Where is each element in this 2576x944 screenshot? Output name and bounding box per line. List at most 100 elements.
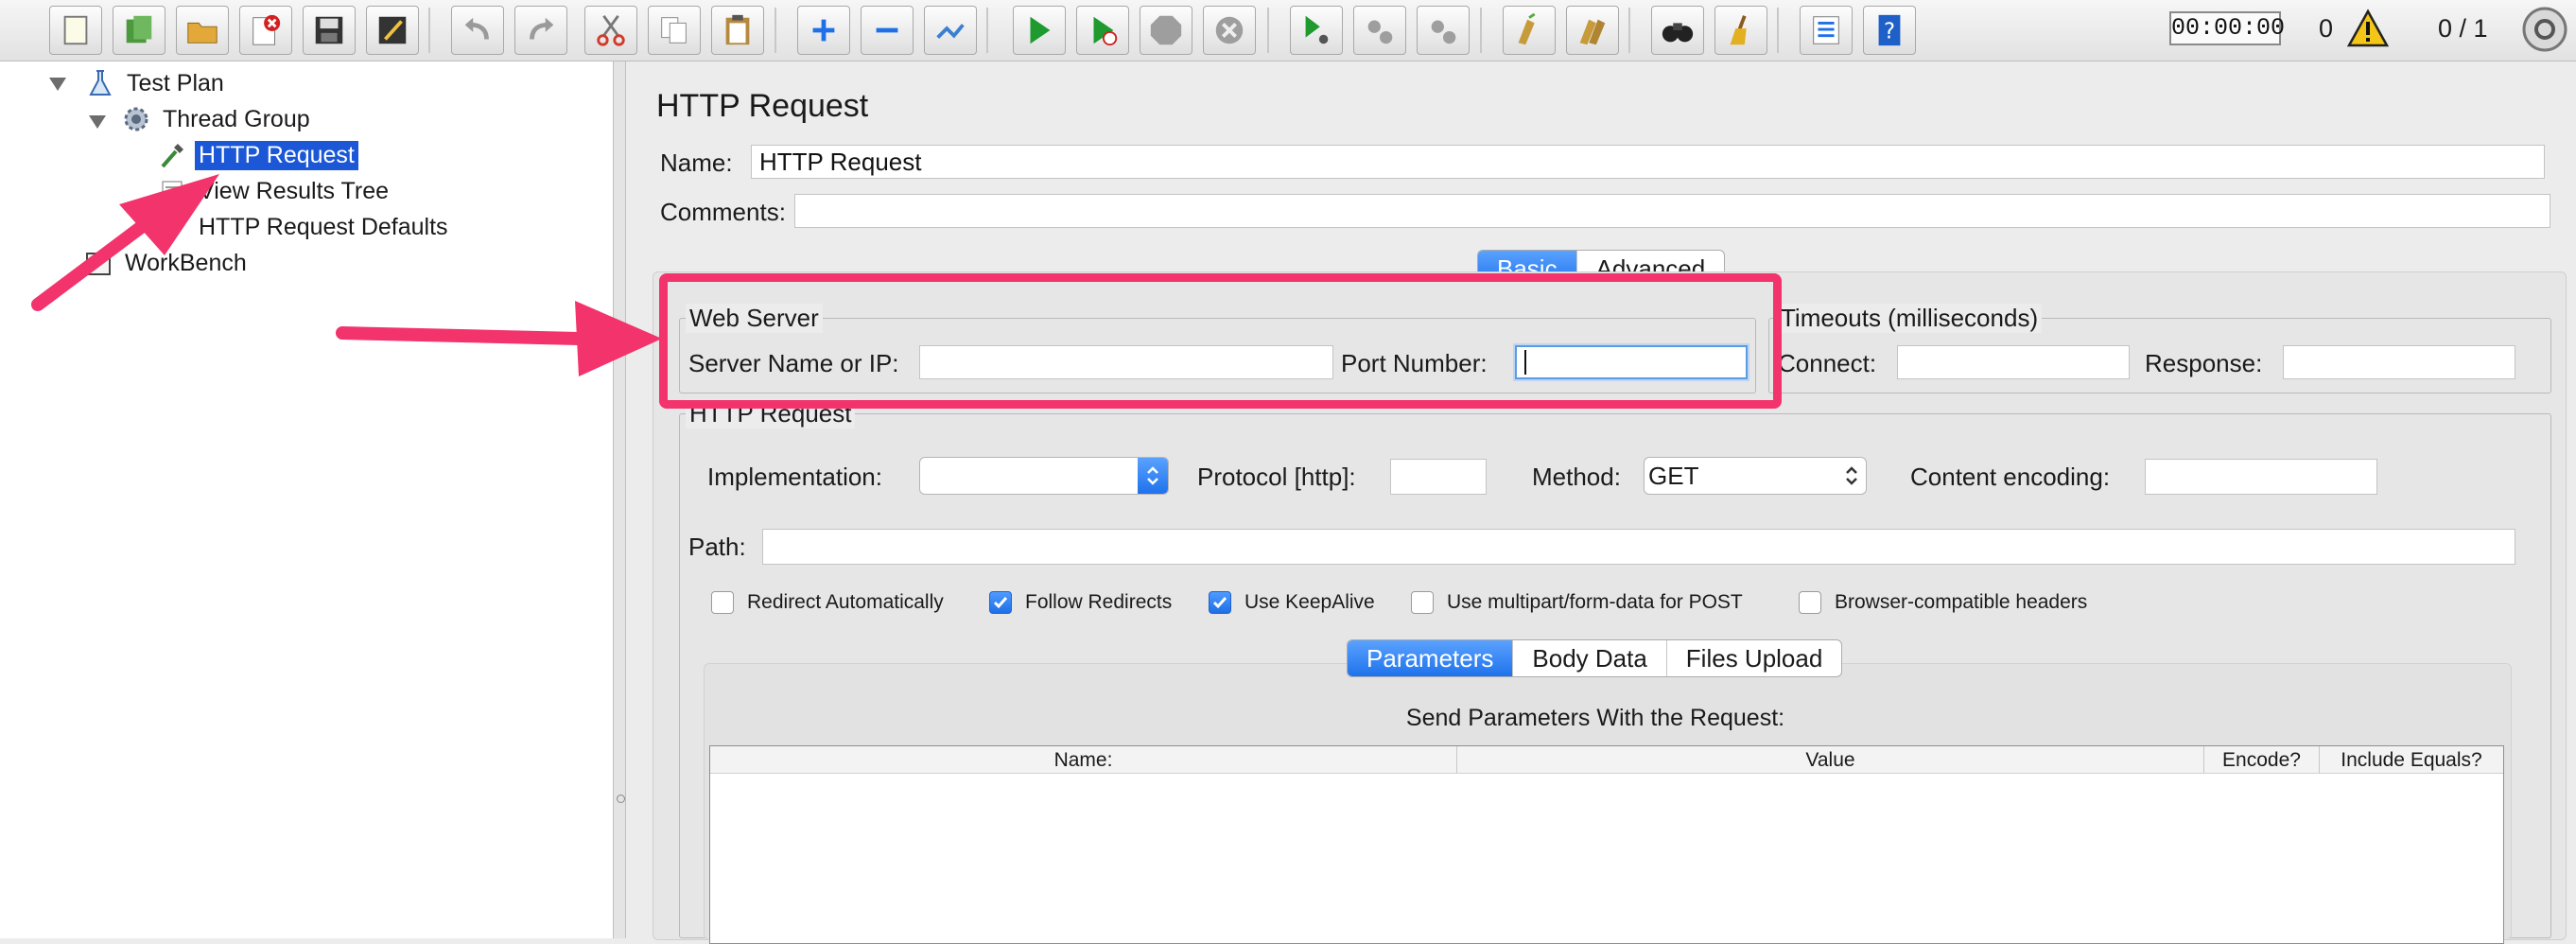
checkbox-box — [1799, 591, 1821, 614]
toggle-button[interactable] — [924, 6, 977, 55]
new-icon — [63, 15, 88, 45]
help-icon: ? — [1878, 14, 1901, 46]
help-button[interactable]: ? — [1863, 6, 1916, 55]
copy-button[interactable] — [648, 6, 701, 55]
redo-button[interactable] — [514, 6, 567, 55]
tree-item-view-results-tree[interactable]: View Results Tree — [157, 175, 392, 207]
comments-field[interactable] — [794, 194, 2550, 228]
cut-button[interactable] — [584, 6, 637, 55]
checkbox-label: Redirect Automatically — [747, 591, 944, 613]
chevron-updown-icon — [1837, 463, 1866, 488]
use-multipart-checkbox[interactable]: Use multipart/form-data for POST — [1411, 591, 1743, 614]
checkbox-label: Use KeepAlive — [1244, 591, 1375, 613]
follow-redirects-checkbox[interactable]: Follow Redirects — [989, 591, 1172, 614]
shutdown-button[interactable] — [1203, 6, 1256, 55]
stop-button[interactable] — [1140, 6, 1192, 55]
function-helper-icon — [1813, 16, 1839, 44]
parameters-title: Send Parameters With the Request: — [1405, 705, 1785, 731]
redirect-automatically-checkbox[interactable]: Redirect Automatically — [711, 591, 944, 614]
path-field[interactable] — [762, 529, 2515, 565]
highlight-box — [659, 273, 1782, 409]
protocol-field[interactable] — [1390, 459, 1487, 495]
start-no-pauses-button[interactable] — [1076, 6, 1129, 55]
method-label: Method: — [1532, 463, 1621, 491]
content-encoding-label: Content encoding: — [1910, 463, 2111, 491]
http-request-panel: HTTP Request Name: Comments: Basic Advan… — [626, 61, 2576, 944]
remote-start-icon — [1305, 15, 1329, 44]
checkmark-icon — [989, 591, 1012, 614]
open-icon — [187, 22, 218, 44]
start-no-pauses-icon — [1093, 16, 1118, 46]
content-encoding-field[interactable] — [2145, 459, 2377, 495]
implementation-label: Implementation: — [707, 463, 882, 491]
start-icon — [1030, 16, 1051, 44]
paste-button[interactable] — [711, 6, 764, 55]
start-button[interactable] — [1013, 6, 1066, 55]
tab-parameters[interactable]: Parameters — [1348, 640, 1514, 676]
name-field[interactable] — [751, 145, 2545, 179]
warning-icon[interactable] — [2347, 9, 2389, 48]
undo-button[interactable] — [451, 6, 504, 55]
templates-button[interactable] — [113, 6, 165, 55]
reset-search-icon — [1730, 15, 1747, 45]
split-pane-divider[interactable] — [613, 61, 626, 938]
save-as-icon — [378, 16, 407, 44]
browser-compatible-headers-checkbox[interactable]: Browser-compatible headers — [1799, 591, 2087, 614]
parameter-tabs: Parameters Body Data Files Upload — [1347, 639, 1843, 677]
chevron-updown-icon — [1138, 458, 1168, 494]
column-header-encode[interactable]: Encode? — [2204, 746, 2320, 774]
tree-item-test-plan[interactable]: Test Plan — [85, 67, 228, 99]
expand-all-icon — [812, 19, 835, 42]
reset-search-button[interactable] — [1714, 6, 1767, 55]
tree-item-thread-group[interactable]: Thread Group — [121, 103, 314, 135]
checkbox-label: Use multipart/form-data for POST — [1447, 591, 1743, 613]
copy-icon — [661, 17, 687, 44]
tree-item-workbench[interactable]: WorkBench — [83, 247, 251, 279]
close-plan-button[interactable] — [239, 6, 292, 55]
open-button[interactable] — [176, 6, 229, 55]
column-header-include-equals[interactable]: Include Equals? — [2320, 746, 2503, 774]
expand-toggle-icon[interactable] — [89, 115, 106, 129]
wrench-icon — [161, 214, 185, 238]
comments-label: Comments: — [660, 198, 786, 226]
settings-icon[interactable] — [2519, 4, 2570, 55]
timeouts-title: Timeouts (milliseconds) — [1777, 304, 2043, 333]
method-select[interactable]: GET — [1644, 457, 1867, 495]
parameters-table[interactable]: Name: Value Encode? Include Equals? — [709, 745, 2504, 944]
use-keepalive-checkbox[interactable]: Use KeepAlive — [1209, 591, 1375, 614]
listener-icon — [162, 181, 183, 203]
column-header-name[interactable]: Name: — [710, 746, 1457, 774]
search-button[interactable] — [1651, 6, 1704, 55]
function-helper-button[interactable] — [1800, 6, 1853, 55]
checkmark-icon — [1209, 591, 1231, 614]
connect-label: Connect: — [1778, 349, 1877, 377]
connect-timeout-field[interactable] — [1897, 345, 2130, 379]
save-button[interactable] — [303, 6, 356, 55]
tree-item-label: Test Plan — [127, 69, 224, 96]
test-plan-tree: Test Plan Thread Group HTTP Request View… — [0, 61, 613, 938]
tree-item-label: View Results Tree — [199, 177, 390, 204]
expand-all-button[interactable] — [797, 6, 850, 55]
response-label: Response: — [2145, 349, 2263, 377]
tree-item-http-request-defaults[interactable]: HTTP Request Defaults — [157, 211, 452, 243]
paste-icon — [725, 14, 750, 45]
implementation-select[interactable] — [919, 457, 1169, 495]
tree-item-http-request[interactable]: HTTP Request — [157, 139, 358, 171]
clear-all-button[interactable] — [1566, 6, 1619, 55]
tab-body-data[interactable]: Body Data — [1513, 640, 1667, 676]
workbench-icon — [86, 253, 111, 275]
active-threads: 0 / 1 — [2438, 14, 2488, 43]
remote-shutdown-button[interactable] — [1417, 6, 1470, 55]
save-as-button[interactable] — [366, 6, 419, 55]
tab-files-upload[interactable]: Files Upload — [1667, 640, 1842, 676]
gear-icon — [124, 107, 148, 131]
response-timeout-field[interactable] — [2283, 345, 2515, 379]
clear-button[interactable] — [1503, 6, 1556, 55]
expand-toggle-icon[interactable] — [49, 78, 66, 91]
remote-start-button[interactable] — [1290, 6, 1343, 55]
redo-icon — [530, 17, 554, 40]
remote-stop-button[interactable] — [1353, 6, 1406, 55]
collapse-all-button[interactable] — [861, 6, 914, 55]
column-header-value[interactable]: Value — [1457, 746, 2204, 774]
new-button[interactable] — [49, 6, 102, 55]
